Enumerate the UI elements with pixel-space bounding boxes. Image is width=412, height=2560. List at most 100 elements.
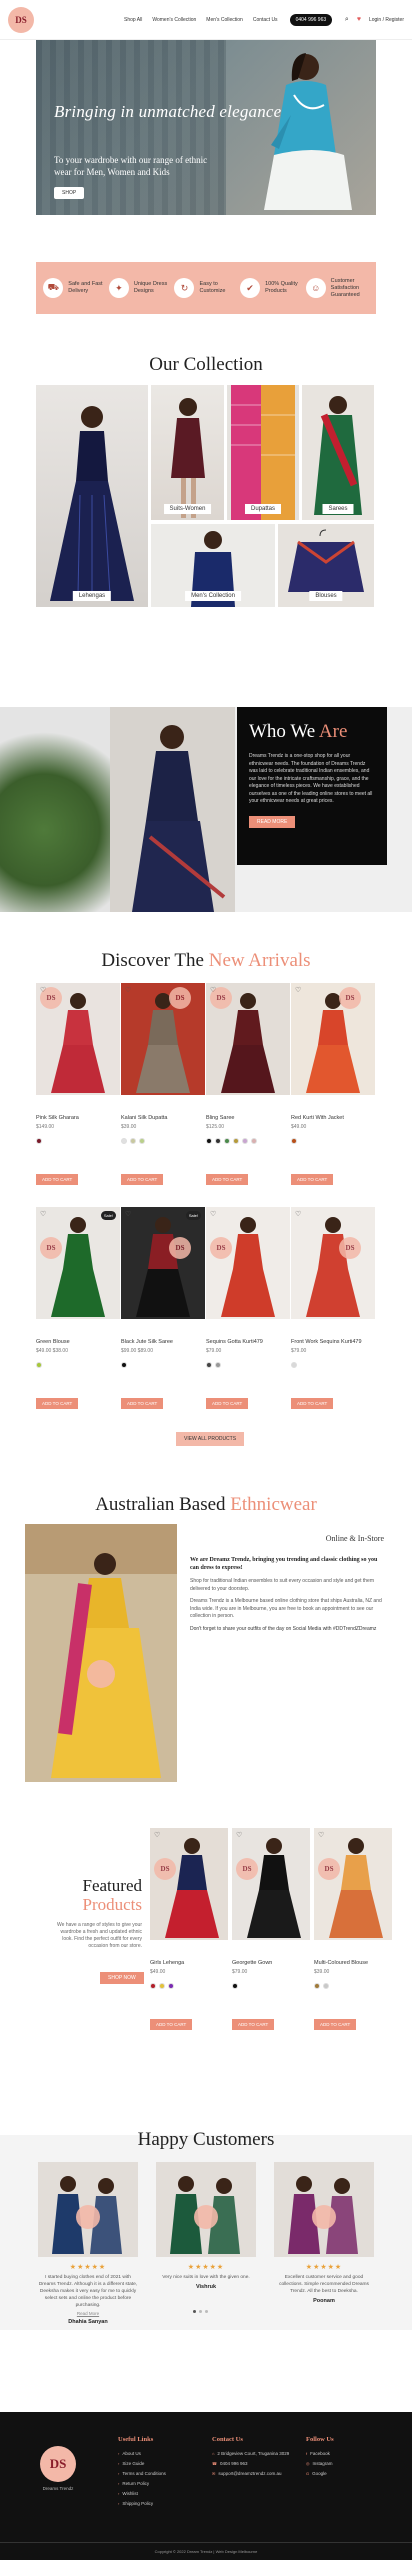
product-image[interactable]: DS ♡ <box>291 1207 375 1319</box>
color-swatch[interactable] <box>251 1138 257 1144</box>
nav-shop-all[interactable]: Shop All <box>124 17 142 23</box>
wishlist-icon[interactable]: ♡ <box>210 986 216 994</box>
wishlist-icon[interactable]: ♡ <box>125 1210 131 1218</box>
product-name[interactable]: Kalani Silk Dupatta <box>121 1115 205 1121</box>
read-more-button[interactable]: READ MORE <box>249 815 296 828</box>
product-card[interactable]: DS ♡ Sequins Gotta Kurti479 $79.00 ADD TO CA… <box>206 1207 290 1410</box>
login-link[interactable]: Login / Register <box>369 17 404 23</box>
brand-logo[interactable]: DS <box>8 6 34 33</box>
add-to-cart-button[interactable]: ADD TO CART <box>36 1174 79 1185</box>
color-swatch[interactable] <box>206 1138 212 1144</box>
color-swatch[interactable] <box>150 1983 156 1989</box>
add-to-cart-button[interactable]: ADD TO CART <box>291 1174 334 1185</box>
product-card[interactable]: DS ♡ Kalani Silk Dupatta $39.00 ADD TO CART <box>121 983 205 1186</box>
product-card[interactable]: DS ♡ Sale! Green Blouse $49.00 $38.00 ADD TO … <box>36 1207 120 1410</box>
collection-tile-lehengas[interactable]: Lehengas <box>36 385 148 607</box>
color-swatch[interactable] <box>168 1983 174 1989</box>
carousel-dots[interactable] <box>193 2310 208 2313</box>
hero-shop-button[interactable]: SHOP <box>54 187 85 199</box>
product-image[interactable]: DS ♡ <box>121 983 205 1095</box>
add-to-cart-button[interactable]: ADD TO CART <box>206 1174 249 1185</box>
search-icon[interactable]: ⌕ <box>345 16 349 24</box>
footer-phone[interactable]: ☎ 0404 996 963 <box>212 2461 289 2466</box>
product-card[interactable]: DS ♡ Bling Saree $125.00 ADD TO CART <box>206 983 290 1186</box>
add-to-cart-button[interactable]: ADD TO CART <box>121 1174 164 1185</box>
product-name[interactable]: Sequins Gotta Kurti479 <box>206 1339 290 1345</box>
product-card[interactable]: DS ♡ Red Kurti With Jacket $49.00 ADD TO CAR… <box>291 983 375 1186</box>
footer-link[interactable]: › Return Policy <box>118 2481 166 2486</box>
product-image[interactable]: DS ♡ Sale! <box>36 1207 120 1319</box>
nav-womens-collection[interactable]: Women's Collection <box>152 17 196 23</box>
wishlist-icon[interactable]: ♡ <box>125 986 131 994</box>
product-name[interactable]: Front Work Sequins Kurti479 <box>291 1339 375 1345</box>
footer-link[interactable]: › Size Guide <box>118 2461 166 2466</box>
wishlist-icon[interactable]: ♡ <box>40 986 46 994</box>
color-swatch[interactable] <box>232 1983 238 1989</box>
wishlist-icon[interactable]: ♡ <box>318 1831 324 1839</box>
facebook-link[interactable]: f Facebook <box>306 2451 334 2456</box>
phone-pill[interactable]: 0404 996 963 <box>289 13 333 26</box>
instagram-link[interactable]: ◎ Instagram <box>306 2461 334 2466</box>
product-image[interactable]: DS ♡ <box>206 983 290 1095</box>
product-card[interactable]: DS ♡ Pink Silk Gharara $149.00 ADD TO CART <box>36 983 120 1186</box>
color-swatch[interactable] <box>159 1983 165 1989</box>
product-name[interactable]: Bling Saree <box>206 1115 290 1121</box>
product-name[interactable]: Green Blouse <box>36 1339 120 1345</box>
product-card[interactable]: DS ♡ Georgette Gown $79.00 ADD TO CART <box>232 1828 310 2031</box>
collection-tile-sarees[interactable]: Sarees <box>302 385 374 520</box>
product-card[interactable]: DS ♡ Multi-Coloured Blouse $39.00 ADD TO CAR… <box>314 1828 392 2031</box>
shop-now-button[interactable]: SHOP NOW <box>100 1972 144 1984</box>
wishlist-icon[interactable]: ♡ <box>210 1210 216 1218</box>
product-image[interactable]: DS ♡ <box>150 1828 228 1940</box>
product-image[interactable]: DS ♡ Sale! <box>121 1207 205 1319</box>
footer-link[interactable]: › Wishlist <box>118 2491 166 2496</box>
color-swatch[interactable] <box>291 1362 297 1368</box>
product-name[interactable]: Black Jute Silk Saree <box>121 1339 205 1345</box>
product-name[interactable]: Georgette Gown <box>232 1960 310 1966</box>
collection-tile-suits-women[interactable]: Suits-Women <box>151 385 224 520</box>
add-to-cart-button[interactable]: ADD TO CART <box>206 1398 249 1409</box>
wishlist-icon[interactable]: ♡ <box>295 1210 301 1218</box>
collection-tile-mens[interactable]: Men's Collection <box>151 524 275 607</box>
color-swatch[interactable] <box>215 1362 221 1368</box>
add-to-cart-button[interactable]: ADD TO CART <box>232 2019 275 2030</box>
footer-email[interactable]: ✉ support@dreamztrendz.com.au <box>212 2471 289 2476</box>
wishlist-icon[interactable]: ♡ <box>154 1831 160 1839</box>
product-image[interactable]: DS ♡ <box>232 1828 310 1940</box>
view-all-products-button[interactable]: VIEW ALL PRODUCTS <box>176 1432 245 1446</box>
color-swatch[interactable] <box>233 1138 239 1144</box>
color-swatch[interactable] <box>242 1138 248 1144</box>
color-swatch[interactable] <box>323 1983 329 1989</box>
wishlist-icon[interactable]: ♡ <box>40 1210 46 1218</box>
wishlist-icon[interactable]: ♡ <box>236 1831 242 1839</box>
cart-icon[interactable]: ♥ <box>357 16 361 23</box>
color-swatch[interactable] <box>314 1983 320 1989</box>
product-name[interactable]: Girls Lehenga <box>150 1960 228 1966</box>
color-swatch[interactable] <box>215 1138 221 1144</box>
color-swatch[interactable] <box>36 1138 42 1144</box>
product-card[interactable]: DS ♡ Front Work Sequins Kurti479 $79.00 ADD … <box>291 1207 375 1410</box>
product-name[interactable]: Pink Silk Gharara <box>36 1115 120 1121</box>
product-image[interactable]: DS ♡ <box>206 1207 290 1319</box>
nav-mens-collection[interactable]: Men's Collection <box>206 17 243 23</box>
product-image[interactable]: DS ♡ <box>291 983 375 1095</box>
footer-link[interactable]: › Terms and Conditions <box>118 2471 166 2476</box>
color-swatch[interactable] <box>206 1362 212 1368</box>
color-swatch[interactable] <box>121 1138 127 1144</box>
product-image[interactable]: DS ♡ <box>36 983 120 1095</box>
product-name[interactable]: Red Kurti With Jacket <box>291 1115 375 1121</box>
product-name[interactable]: Multi-Coloured Blouse <box>314 1960 392 1966</box>
add-to-cart-button[interactable]: ADD TO CART <box>36 1398 79 1409</box>
product-card[interactable]: DS ♡ Girls Lehenga $49.00 ADD TO CART <box>150 1828 228 2031</box>
collection-tile-dupattas[interactable]: Dupattas <box>227 385 299 520</box>
color-swatch[interactable] <box>291 1138 297 1144</box>
google-link[interactable]: G Google <box>306 2471 334 2476</box>
footer-logo[interactable]: DS <box>40 2446 76 2482</box>
product-card[interactable]: DS ♡ Sale! Black Jute Silk Saree $99.00 $89.… <box>121 1207 205 1410</box>
add-to-cart-button[interactable]: ADD TO CART <box>121 1398 164 1409</box>
footer-link[interactable]: › Shipping Policy <box>118 2501 166 2506</box>
color-swatch[interactable] <box>139 1138 145 1144</box>
color-swatch[interactable] <box>130 1138 136 1144</box>
add-to-cart-button[interactable]: ADD TO CART <box>314 2019 357 2030</box>
color-swatch[interactable] <box>121 1362 127 1368</box>
